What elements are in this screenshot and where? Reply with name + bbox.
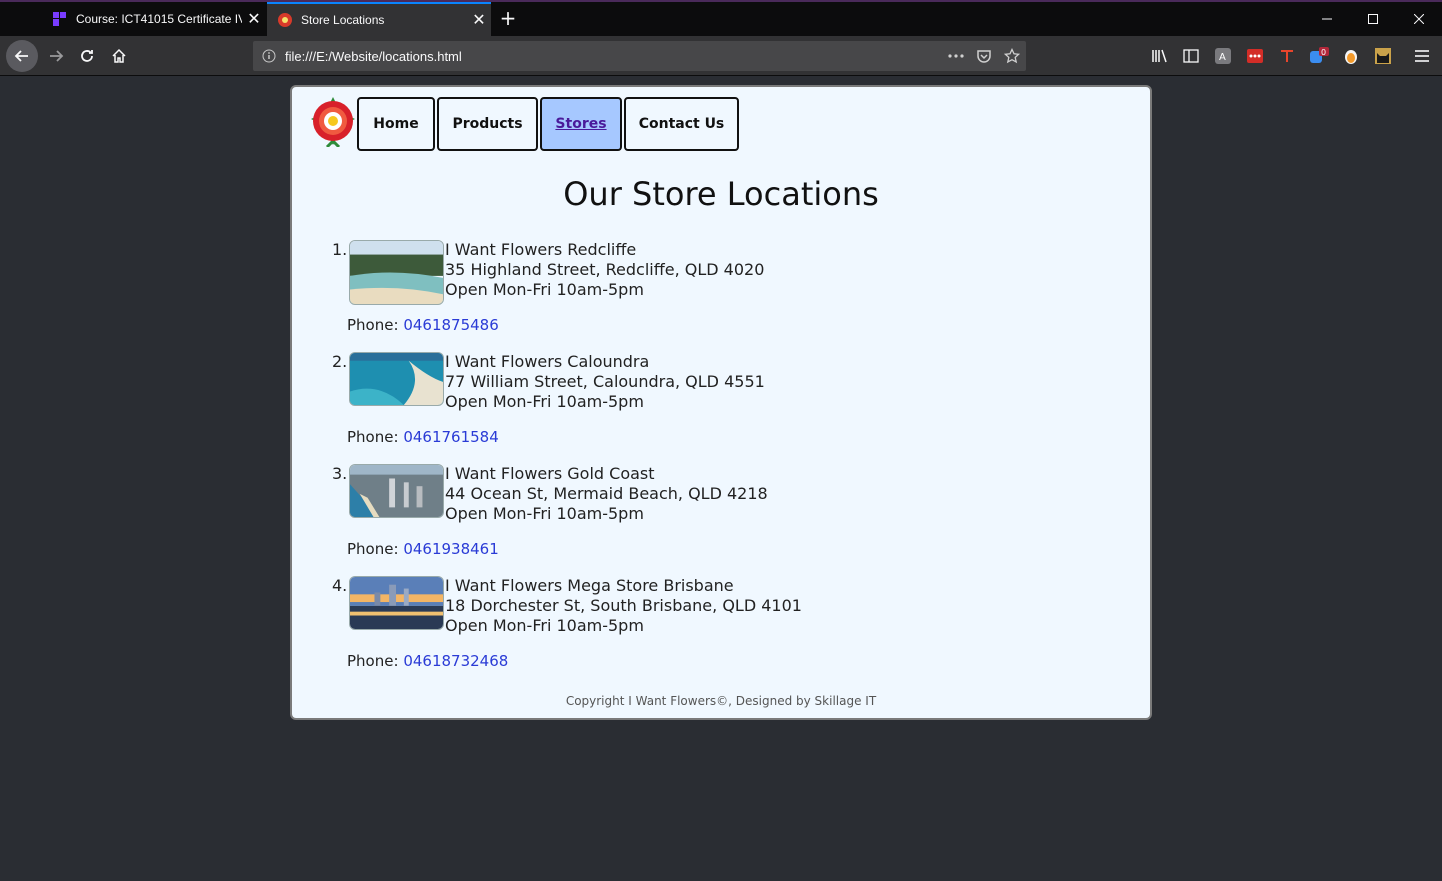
back-button[interactable]: [6, 40, 38, 72]
store-details: I Want Flowers Caloundra 77 William Stre…: [445, 352, 765, 412]
store-hours: Open Mon-Fri 10am-5pm: [445, 504, 644, 523]
store-name: I Want Flowers Mega Store Brisbane: [445, 576, 734, 595]
store-details: I Want Flowers Gold Coast 44 Ocean St, M…: [445, 464, 768, 524]
close-icon: [1414, 14, 1424, 24]
url-text[interactable]: file:///E:/Website/locations.html: [285, 49, 942, 64]
tab-label: Course: ICT41015 Certificate IV: [76, 12, 242, 26]
sidebar-icon[interactable]: [1179, 44, 1203, 68]
maximize-button[interactable]: [1350, 2, 1396, 36]
minimize-icon: [1322, 18, 1332, 20]
minimize-button[interactable]: [1304, 2, 1350, 36]
store-phone: Phone: 0461761584: [347, 428, 499, 446]
close-tab-icon[interactable]: ✕: [242, 9, 266, 29]
phone-link[interactable]: 0461938461: [403, 540, 498, 558]
tab-label: Store Locations: [301, 13, 385, 27]
store-number: 3.: [332, 464, 348, 483]
address-bar[interactable]: file:///E:/Website/locations.html: [253, 41, 1026, 71]
store-name: I Want Flowers Redcliffe: [445, 240, 637, 259]
store-photo: [349, 352, 444, 406]
forward-button[interactable]: [40, 40, 72, 72]
rose-logo-icon: [311, 97, 355, 147]
close-tab-icon[interactable]: ✕: [467, 10, 491, 30]
store-phone: Phone: 04618732468: [347, 652, 508, 670]
back-arrow-icon: [14, 50, 28, 62]
phone-label: Phone:: [347, 540, 399, 558]
store-address: 35 Highland Street, Redcliffe, QLD 4020: [445, 260, 765, 279]
store-address: 77 William Street, Caloundra, QLD 4551: [445, 372, 765, 391]
fox-icon[interactable]: [1339, 44, 1363, 68]
svg-text:A: A: [1219, 52, 1226, 63]
store-photo: [349, 576, 444, 630]
store-phone: Phone: 0461938461: [347, 540, 499, 558]
cat-icon[interactable]: [1371, 44, 1395, 68]
store-name: I Want Flowers Caloundra: [445, 352, 650, 371]
store-photo: [349, 240, 444, 305]
rose-icon: [278, 13, 292, 27]
page-actions-icon[interactable]: [942, 54, 970, 58]
store-hours: Open Mon-Fri 10am-5pm: [445, 616, 644, 635]
nav-contact-us[interactable]: Contact Us: [624, 97, 739, 151]
home-button[interactable]: [103, 40, 135, 72]
text-icon[interactable]: [1275, 44, 1299, 68]
footer-copyright: Copyright I Want Flowers©, Designed by S…: [565, 694, 877, 708]
maximize-icon: [1368, 14, 1378, 24]
store-hours: Open Mon-Fri 10am-5pm: [445, 392, 644, 411]
forward-arrow-icon: [50, 50, 64, 62]
phone-link[interactable]: 04618732468: [403, 652, 508, 670]
nav-products[interactable]: Products: [437, 97, 538, 151]
page-container: Home Products Stores Contact Us Our Stor…: [290, 85, 1152, 720]
store-name: I Want Flowers Gold Coast: [445, 464, 655, 483]
nav-toolbar: file:///E:/Website/locations.html A 0: [0, 36, 1442, 76]
page-title: Our Store Locations: [563, 175, 879, 213]
menu-icon[interactable]: [1410, 44, 1434, 68]
store-address: 44 Ocean St, Mermaid Beach, QLD 4218: [445, 484, 768, 503]
phone-link[interactable]: 0461875486: [403, 316, 498, 334]
phone-label: Phone:: [347, 652, 399, 670]
reload-button[interactable]: [71, 40, 103, 72]
nav-stores[interactable]: Stores: [540, 97, 622, 151]
store-hours: Open Mon-Fri 10am-5pm: [445, 280, 644, 299]
library-icon[interactable]: [1148, 44, 1172, 68]
phone-label: Phone:: [347, 428, 399, 446]
site-nav: Home Products Stores Contact Us: [357, 97, 739, 151]
phone-label: Phone:: [347, 316, 399, 334]
bookmark-star-icon[interactable]: [998, 48, 1026, 64]
close-window-button[interactable]: [1396, 2, 1442, 36]
home-icon: [112, 48, 126, 63]
tab-store-locations[interactable]: Store Locations ✕: [267, 2, 491, 36]
tab-bar: Course: ICT41015 Certificate IV ✕ Store …: [0, 0, 1442, 36]
svg-text:0: 0: [1321, 48, 1326, 57]
store-photo: [349, 464, 444, 518]
store-details: I Want Flowers Redcliffe 35 Highland Str…: [445, 240, 764, 300]
extension-icon[interactable]: A: [1211, 44, 1235, 68]
phone-link[interactable]: 0461761584: [403, 428, 498, 446]
store-phone: Phone: 0461875486: [347, 316, 499, 334]
store-address: 18 Dorchester St, South Brisbane, QLD 41…: [445, 596, 802, 615]
tab-course[interactable]: Course: ICT41015 Certificate IV ✕: [42, 2, 266, 36]
store-number: 2.: [332, 352, 348, 371]
site-info-icon[interactable]: [253, 49, 285, 63]
pocket-icon[interactable]: [970, 48, 998, 64]
course-icon: [53, 12, 66, 26]
store-number: 4.: [332, 576, 348, 595]
new-tab-button[interactable]: +: [496, 6, 520, 30]
store-details: I Want Flowers Mega Store Brisbane 18 Do…: [445, 576, 802, 636]
store-number: 1.: [332, 240, 348, 259]
nav-home[interactable]: Home: [357, 97, 435, 151]
notification-icon[interactable]: 0: [1307, 44, 1331, 68]
lastpass-icon[interactable]: [1243, 44, 1267, 68]
reload-icon: [81, 50, 93, 62]
